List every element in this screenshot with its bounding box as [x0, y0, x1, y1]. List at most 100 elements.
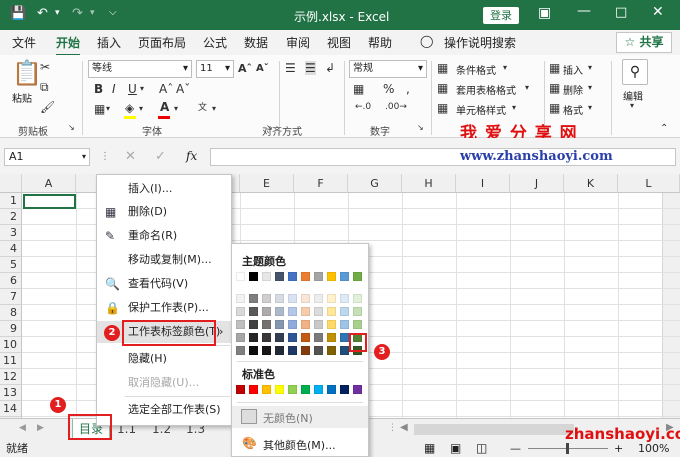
- horizontal-scrollbar[interactable]: [414, 424, 574, 435]
- select-all-corner[interactable]: [0, 174, 22, 193]
- bold-icon[interactable]: B: [94, 82, 103, 96]
- column-header[interactable]: L: [618, 174, 680, 193]
- increase-decimal-icon[interactable]: ←.0: [355, 102, 371, 112]
- tab-view[interactable]: 视图: [327, 34, 351, 51]
- search-icon[interactable]: ⚲: [622, 59, 648, 85]
- dialog-launcher-icon[interactable]: ↘: [417, 123, 424, 132]
- theme-shade-swatch[interactable]: [301, 307, 310, 316]
- redo-dropdown-icon[interactable]: ▾: [90, 8, 95, 18]
- theme-shade-swatch[interactable]: [275, 346, 284, 355]
- scroll-right-icon[interactable]: ▶: [37, 423, 44, 433]
- theme-shade-swatch[interactable]: [249, 346, 258, 355]
- column-header[interactable]: E: [240, 174, 294, 193]
- standard-color-swatch[interactable]: [275, 385, 284, 394]
- phonetic-icon[interactable]: 文: [198, 100, 207, 113]
- insert-cells-button[interactable]: 插入: [563, 62, 583, 77]
- menu-item-delete[interactable]: ▦ 删除(D): [97, 201, 231, 223]
- comma-icon[interactable]: ,: [406, 82, 410, 96]
- theme-shade-swatch[interactable]: [288, 320, 297, 329]
- theme-shade-swatch[interactable]: [327, 346, 336, 355]
- theme-shade-swatch[interactable]: [249, 320, 258, 329]
- row-header[interactable]: 9: [0, 321, 22, 337]
- align-middle-icon[interactable]: ☰: [305, 61, 316, 75]
- tab-help[interactable]: 帮助: [368, 34, 392, 51]
- dialog-launcher-icon[interactable]: ↘: [68, 123, 75, 132]
- row-header[interactable]: 11: [0, 353, 22, 369]
- shrink-font-icon[interactable]: Aˇ: [256, 63, 269, 74]
- theme-color-swatch[interactable]: [288, 272, 297, 281]
- cell-styles-button[interactable]: 单元格样式: [456, 102, 506, 117]
- insert-function-icon[interactable]: fx: [186, 149, 197, 163]
- theme-shade-swatch[interactable]: [236, 307, 245, 316]
- undo-dropdown-icon[interactable]: ▾: [55, 8, 60, 18]
- name-box[interactable]: A1 ▾: [4, 148, 90, 166]
- delete-cells-button[interactable]: 删除: [563, 82, 583, 97]
- tab-file[interactable]: 文件: [12, 34, 36, 51]
- standard-color-swatch[interactable]: [288, 385, 297, 394]
- theme-shade-swatch[interactable]: [327, 307, 336, 316]
- theme-shade-swatch[interactable]: [327, 294, 336, 303]
- theme-shade-swatch[interactable]: [262, 346, 271, 355]
- normal-view-icon[interactable]: ▦: [424, 440, 435, 457]
- cut-icon[interactable]: ✂: [40, 60, 50, 74]
- theme-shade-swatch[interactable]: [236, 333, 245, 342]
- theme-shade-swatch[interactable]: [314, 346, 323, 355]
- theme-shade-swatch[interactable]: [353, 307, 362, 316]
- ribbon-display-icon[interactable]: ▣: [538, 5, 551, 21]
- theme-shade-swatch[interactable]: [301, 320, 310, 329]
- number-format-select[interactable]: 常规 ▾: [349, 60, 427, 78]
- row-header[interactable]: 5: [0, 257, 22, 273]
- column-header[interactable]: A: [22, 174, 76, 193]
- font-name-select[interactable]: 等线 ▾: [88, 60, 192, 78]
- menu-item-rename[interactable]: ✎ 重命名(R): [97, 225, 231, 247]
- theme-shade-swatch[interactable]: [314, 320, 323, 329]
- standard-color-swatch[interactable]: [314, 385, 323, 394]
- theme-shade-swatch[interactable]: [262, 307, 271, 316]
- enter-icon[interactable]: ✓: [155, 149, 166, 164]
- chevron-down-icon[interactable]: ▾: [212, 104, 216, 113]
- theme-shade-swatch[interactable]: [288, 307, 297, 316]
- vertical-scrollbar[interactable]: [662, 193, 680, 420]
- row-header[interactable]: 8: [0, 305, 22, 321]
- more-options-icon[interactable]: ⋮: [100, 151, 110, 162]
- font-color-icon[interactable]: A: [160, 100, 169, 114]
- chevron-down-icon[interactable]: ▾: [630, 101, 634, 110]
- standard-color-swatch[interactable]: [236, 385, 245, 394]
- login-button[interactable]: 登录: [483, 7, 519, 24]
- theme-shade-swatch[interactable]: [301, 346, 310, 355]
- chevron-down-icon[interactable]: ▾: [588, 63, 592, 72]
- grow-font-icon[interactable]: Aˆ: [238, 62, 252, 75]
- chevron-down-icon[interactable]: ▾: [106, 104, 110, 113]
- theme-shade-swatch[interactable]: [340, 320, 349, 329]
- accounting-icon[interactable]: ▦: [353, 82, 364, 96]
- theme-shade-swatch[interactable]: [301, 294, 310, 303]
- standard-color-swatch[interactable]: [340, 385, 349, 394]
- collapse-ribbon-icon[interactable]: ⌃: [660, 123, 668, 134]
- menu-item-hide[interactable]: 隐藏(H): [97, 348, 231, 370]
- selected-cell-a1[interactable]: [23, 194, 76, 209]
- row-header[interactable]: 12: [0, 369, 22, 385]
- underline-icon[interactable]: U: [128, 82, 137, 96]
- column-header[interactable]: G: [348, 174, 402, 193]
- menu-item-insert[interactable]: 插入(I)...: [97, 178, 231, 200]
- more-colors-item[interactable]: 🎨 其他颜色(M)...: [232, 432, 368, 454]
- theme-shade-swatch[interactable]: [340, 346, 349, 355]
- menu-item-view-code[interactable]: 🔍 查看代码(V): [97, 273, 231, 295]
- column-header[interactable]: J: [510, 174, 564, 193]
- minimize-icon[interactable]: —: [577, 3, 591, 19]
- tab-split-handle-icon[interactable]: ⋮: [388, 423, 397, 433]
- theme-color-swatch[interactable]: [275, 272, 284, 281]
- chevron-down-icon[interactable]: ▾: [139, 104, 143, 113]
- align-top-icon[interactable]: ☰: [285, 61, 296, 75]
- cancel-icon[interactable]: ✕: [125, 149, 136, 164]
- standard-color-swatch[interactable]: [327, 385, 336, 394]
- format-painter-icon[interactable]: 🖌: [40, 100, 55, 114]
- theme-shade-swatch[interactable]: [288, 346, 297, 355]
- wrap-text-icon[interactable]: ↲: [325, 61, 335, 75]
- theme-shade-swatch[interactable]: [353, 320, 362, 329]
- theme-shade-swatch[interactable]: [236, 294, 245, 303]
- column-header[interactable]: H: [402, 174, 456, 193]
- redo-icon[interactable]: ↷: [72, 6, 83, 21]
- row-header[interactable]: 14: [0, 401, 22, 417]
- conditional-format-icon[interactable]: ▦: [437, 61, 448, 75]
